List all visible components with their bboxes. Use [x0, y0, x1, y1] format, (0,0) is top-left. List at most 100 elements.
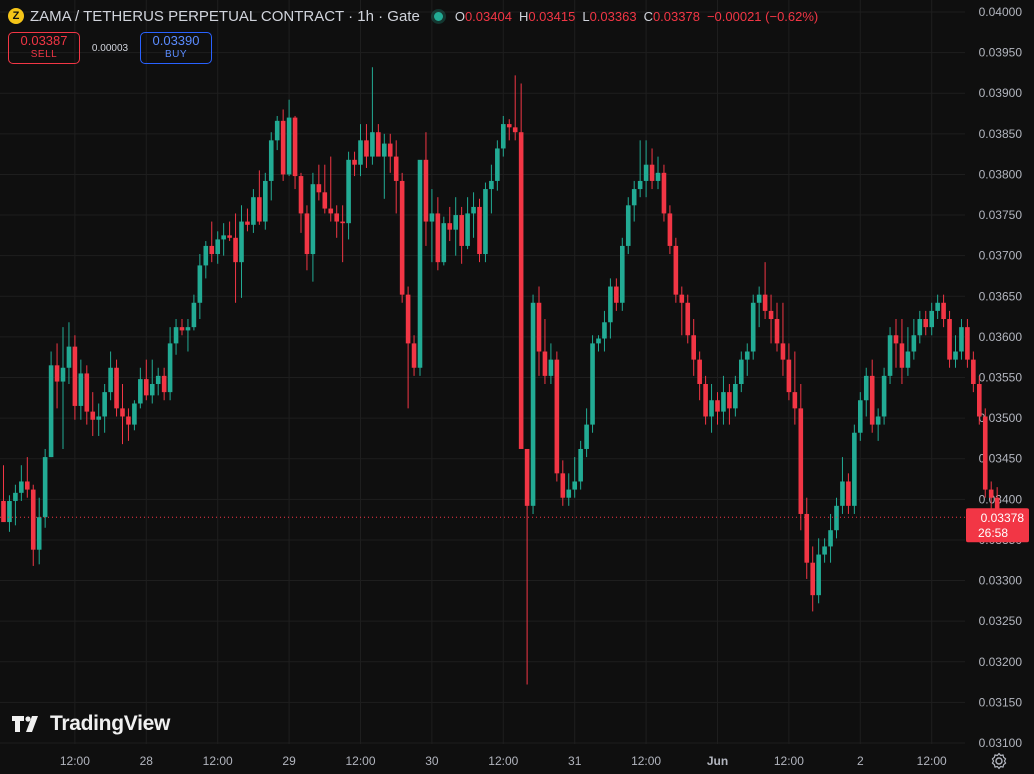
- candle-body: [203, 245, 209, 266]
- x-tick-label: 28: [140, 754, 154, 768]
- candle-body: [185, 327, 191, 331]
- candle-body: [893, 335, 899, 344]
- candle-body: [471, 206, 476, 214]
- sell-button[interactable]: 0.03387 SELL: [8, 32, 80, 64]
- y-tick-label: 0.03300: [979, 574, 1023, 588]
- candle-body: [643, 164, 649, 181]
- candle-body: [393, 156, 399, 181]
- candle-body: [834, 505, 839, 531]
- x-tick-label: 29: [282, 754, 296, 768]
- candle-body: [846, 481, 851, 506]
- trade-panel: 0.03387 SELL 0.00003 0.03390 BUY: [8, 32, 212, 64]
- candle-body: [268, 140, 274, 181]
- candle-body: [155, 375, 161, 384]
- spread-value: 0.00003: [91, 42, 129, 54]
- candle-body: [697, 359, 702, 384]
- candle-body: [286, 117, 292, 175]
- candle-body: [138, 379, 143, 404]
- candle-body: [887, 335, 893, 376]
- candle-body: [905, 351, 911, 368]
- close-value: 0.03378: [652, 8, 700, 24]
- x-tick-label: 12:00: [488, 754, 518, 768]
- candle-body: [465, 213, 470, 246]
- candle-body: [774, 319, 780, 344]
- candle-body: [614, 286, 619, 303]
- candle-body: [346, 159, 351, 224]
- candle-body: [197, 265, 203, 303]
- candle-body: [340, 221, 345, 224]
- candle-body: [84, 373, 90, 412]
- candle-body: [36, 517, 42, 550]
- candle-body: [411, 343, 417, 368]
- zama-coin-icon: Z: [8, 8, 24, 24]
- candle-body: [245, 221, 250, 225]
- candlestick-chart[interactable]: 0.03100 0.03150 0.03200 0.03250 0.03300 0.033…: [0, 0, 1034, 774]
- candle-body: [25, 481, 30, 490]
- candle-body: [596, 338, 601, 344]
- candle-body: [667, 213, 673, 246]
- candle-body: [655, 172, 661, 181]
- candle-body: [935, 302, 940, 311]
- candle-body: [13, 492, 18, 501]
- candle-body: [988, 489, 994, 498]
- tradingview-logo[interactable]: TradingView: [12, 712, 170, 736]
- x-tick-label: 12:00: [203, 754, 233, 768]
- candle-body: [911, 335, 917, 352]
- candle-body: [685, 302, 691, 336]
- candle-body: [923, 319, 929, 328]
- candle-body: [417, 159, 423, 368]
- candle-body: [739, 359, 744, 384]
- candle-body: [828, 530, 833, 547]
- candle-body: [447, 223, 453, 230]
- low-label: L: [582, 8, 590, 24]
- candle-body: [161, 375, 167, 393]
- close-label: C: [643, 8, 653, 24]
- x-tick-label: 12:00: [631, 754, 661, 768]
- symbol-title[interactable]: ZAMA / TETHERUS PERPETUAL CONTRACT · 1h …: [30, 8, 420, 25]
- candle-body: [524, 448, 530, 506]
- candle-body: [370, 132, 375, 157]
- y-tick-label: 0.03700: [979, 249, 1023, 263]
- candle-body: [191, 302, 197, 328]
- settings-gear-icon[interactable]: [988, 750, 1010, 772]
- candle-body: [512, 127, 518, 133]
- candle-body: [328, 208, 334, 214]
- candle-body: [691, 335, 696, 360]
- candle-body: [554, 359, 560, 474]
- candle-body: [60, 367, 66, 382]
- candle-body: [673, 245, 679, 295]
- price-change: −0.00021 (−0.62%): [706, 8, 819, 24]
- candle-body: [506, 124, 512, 128]
- y-tick-label: 0.03950: [979, 46, 1023, 60]
- candle-body: [548, 359, 554, 376]
- candle-body: [251, 197, 256, 225]
- candle-body: [661, 172, 667, 214]
- candle-body: [364, 140, 369, 157]
- y-tick-label: 0.03100: [979, 736, 1023, 750]
- candle-body: [858, 400, 863, 433]
- candle-body: [840, 481, 845, 506]
- candle-body: [608, 286, 613, 323]
- candle-body: [292, 117, 298, 177]
- buy-price: 0.03390: [152, 33, 200, 48]
- y-tick-label: 0.03900: [979, 86, 1023, 100]
- candle-body: [578, 448, 583, 482]
- buy-label: BUY: [164, 49, 188, 60]
- candle-body: [625, 205, 631, 246]
- candle-body: [263, 180, 268, 222]
- candle-body: [560, 473, 566, 498]
- candle-body: [590, 343, 595, 425]
- candle-body: [96, 416, 101, 420]
- candle-body: [132, 403, 137, 425]
- candle-body: [304, 213, 310, 255]
- buy-button[interactable]: 0.03390 BUY: [140, 32, 212, 64]
- ohlc-values: O0.03404 H0.03415 L0.03363 C0.03378 −0.0…: [455, 9, 818, 24]
- current-price-value: 0.03378: [981, 511, 1025, 525]
- candle-body: [881, 375, 887, 417]
- candle-body: [953, 351, 958, 360]
- candle-body: [536, 302, 542, 352]
- candle-body: [530, 302, 536, 506]
- candle-body: [489, 180, 494, 190]
- tradingview-logo-icon: [12, 716, 38, 732]
- candle-body: [501, 124, 506, 149]
